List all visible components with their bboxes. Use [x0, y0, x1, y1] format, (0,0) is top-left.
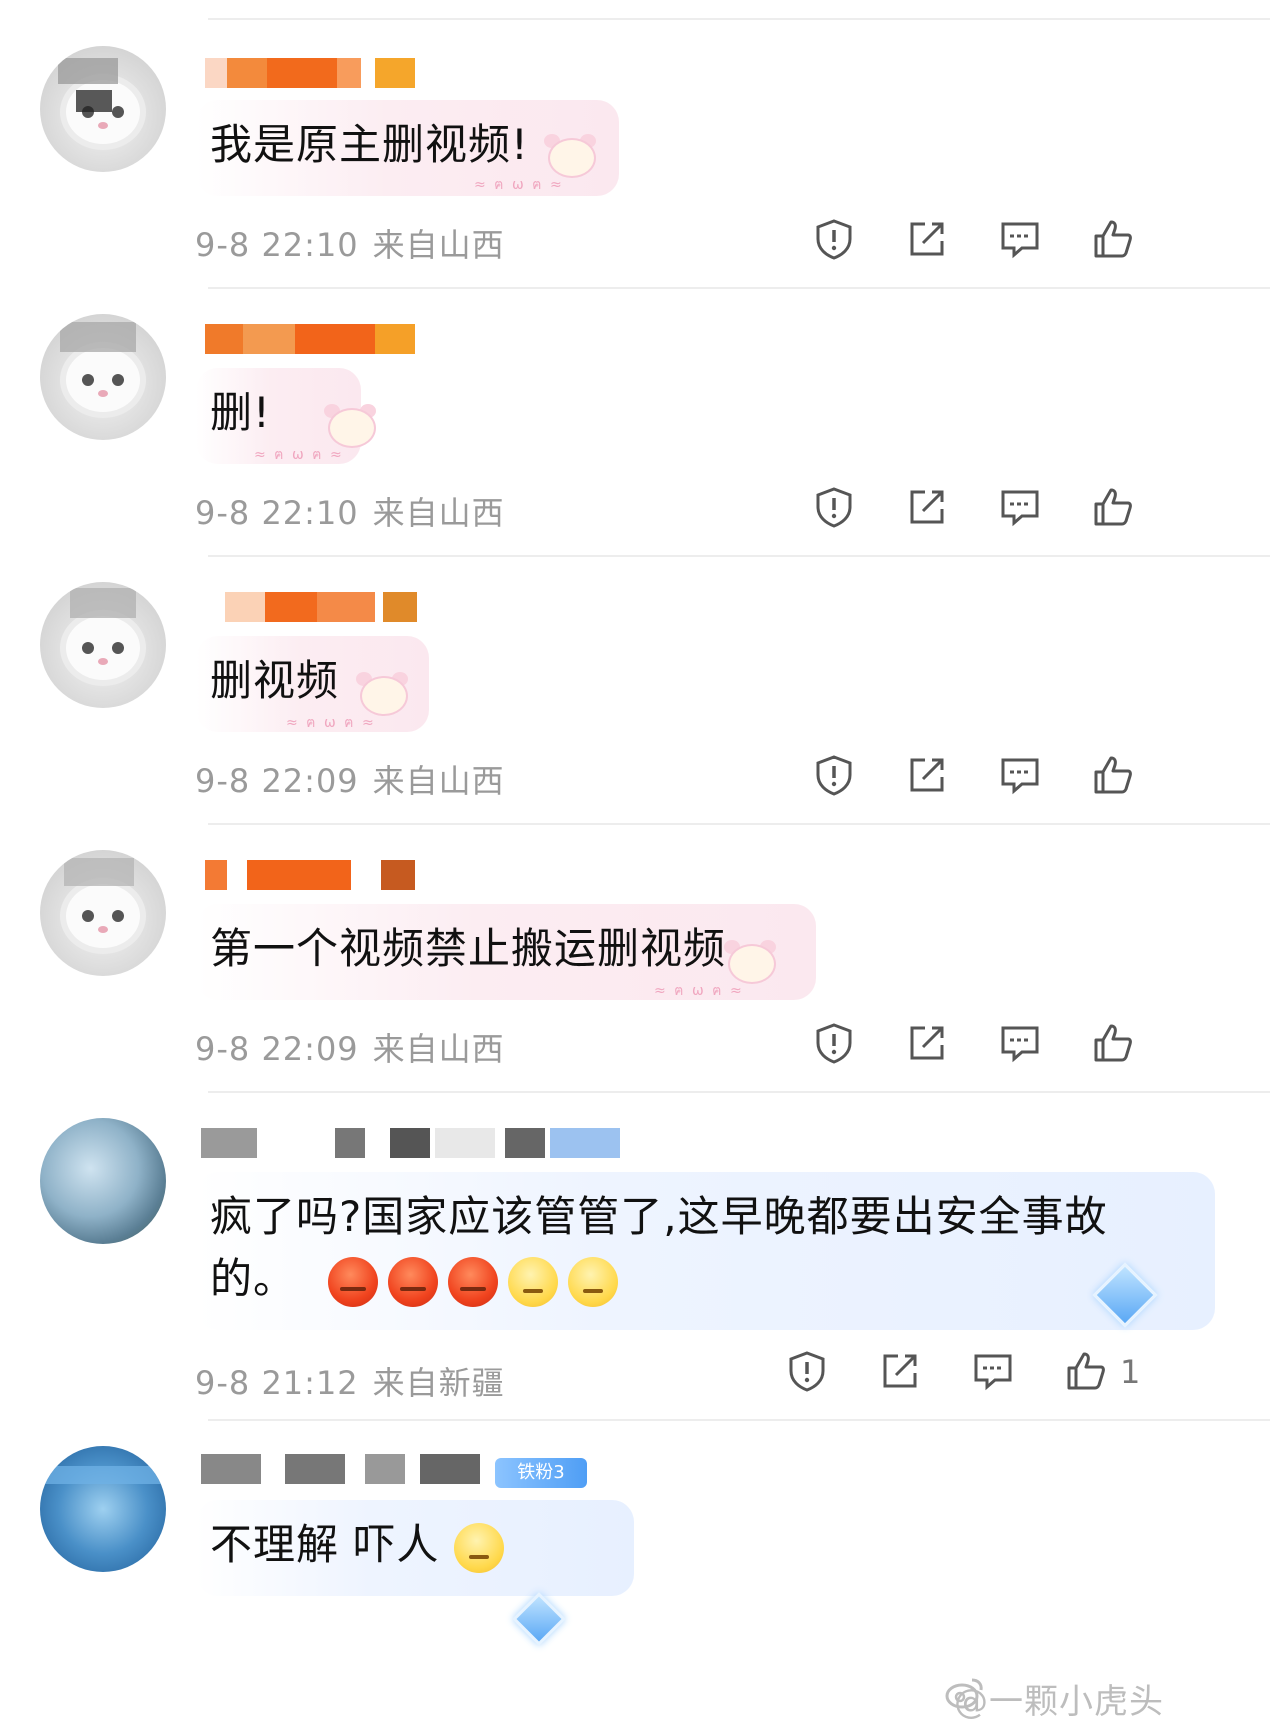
share-icon[interactable]	[905, 485, 949, 529]
divider	[208, 1419, 1270, 1421]
divider	[208, 18, 1270, 20]
comment-text-line: 疯了吗?国家应该管管了,这早晚都要出安全事故	[210, 1192, 1108, 1241]
fan-badge: 铁粉3	[495, 1458, 587, 1488]
cute-sticker-icon: ≈ ฅ ω ฅ ≈	[474, 130, 602, 193]
avatar-mosaic	[58, 58, 118, 84]
comment-actions	[0, 753, 1284, 803]
unamused-emoji-icon	[508, 1256, 559, 1307]
comment-actions	[0, 485, 1284, 535]
reply-icon[interactable]	[998, 217, 1042, 261]
report-icon[interactable]	[785, 1349, 829, 1393]
report-icon[interactable]	[812, 1021, 856, 1065]
username-blurred[interactable]	[205, 318, 435, 360]
divider	[208, 287, 1270, 289]
reply-icon[interactable]	[998, 753, 1042, 797]
share-icon[interactable]	[878, 1349, 922, 1393]
avatar[interactable]	[40, 1118, 166, 1244]
like-icon[interactable]	[1091, 1021, 1135, 1065]
comment-text-content: 我是原主删视频!	[210, 120, 529, 169]
reply-icon[interactable]	[998, 485, 1042, 529]
comment-actions: 1	[0, 1349, 1284, 1399]
comment-text-line: 的。	[210, 1248, 1155, 1310]
reply-icon[interactable]	[998, 1021, 1042, 1065]
thinking-emoji-icon	[453, 1522, 504, 1573]
like-icon[interactable]	[1091, 753, 1135, 797]
avatar-image	[66, 616, 140, 680]
report-icon[interactable]	[812, 217, 856, 261]
avatar-mosaic	[76, 90, 112, 112]
avatar[interactable]	[40, 850, 166, 976]
comment-actions	[0, 1021, 1284, 1071]
unamused-emoji-icon	[568, 1256, 619, 1307]
avatar-image	[66, 884, 140, 948]
angry-emoji-icon	[328, 1256, 379, 1307]
comment-text-content: 的。	[210, 1254, 297, 1303]
fan-badge-label: 铁粉3	[517, 1462, 565, 1483]
avatar[interactable]	[40, 582, 166, 708]
like-icon[interactable]	[1091, 485, 1135, 529]
avatar-mosaic	[70, 588, 136, 618]
comment-text: 不理解 吓人	[196, 1500, 634, 1596]
username-blurred[interactable]	[205, 52, 435, 94]
avatar[interactable]	[40, 1446, 166, 1572]
username-blurred[interactable]	[201, 1122, 665, 1164]
comment-actions	[0, 217, 1284, 267]
avatar-mosaic	[40, 1466, 166, 1484]
like-count: 1	[1120, 1353, 1141, 1391]
username-blurred[interactable]	[205, 854, 435, 896]
divider	[208, 823, 1270, 825]
report-icon[interactable]	[812, 753, 856, 797]
comment-text-content: 删视频	[210, 656, 340, 705]
report-icon[interactable]	[812, 485, 856, 529]
share-icon[interactable]	[905, 753, 949, 797]
share-icon[interactable]	[905, 217, 949, 261]
like-icon[interactable]	[1064, 1349, 1108, 1393]
diamond-badge-icon	[512, 1592, 566, 1646]
avatar[interactable]	[40, 46, 166, 172]
divider	[208, 1091, 1270, 1093]
cute-sticker-icon: ≈ ฅ ω ฅ ≈	[654, 936, 782, 999]
avatar-image	[66, 348, 140, 412]
avatar-mosaic	[64, 858, 134, 886]
cute-sticker-icon: ≈ ฅ ω ฅ ≈	[286, 668, 414, 731]
reply-icon[interactable]	[971, 1349, 1015, 1393]
comment-text-content: 不理解 吓人	[210, 1520, 440, 1569]
cute-sticker-icon: ≈ ฅ ω ฅ ≈	[254, 400, 382, 463]
comment-text: 疯了吗?国家应该管管了,这早晚都要出安全事故 的。	[196, 1172, 1215, 1330]
divider	[208, 555, 1270, 557]
watermark: @一颗小虎头	[954, 1682, 1164, 1722]
comment-text-content: 第一个视频禁止搬运删视频	[210, 924, 727, 973]
angry-emoji-icon	[448, 1256, 499, 1307]
like-icon[interactable]	[1091, 217, 1135, 261]
username-blurred[interactable]	[205, 586, 435, 628]
comment-text-content: 删!	[210, 388, 271, 437]
share-icon[interactable]	[905, 1021, 949, 1065]
angry-emoji-icon	[388, 1256, 439, 1307]
avatar[interactable]	[40, 314, 166, 440]
avatar-mosaic	[60, 322, 136, 352]
